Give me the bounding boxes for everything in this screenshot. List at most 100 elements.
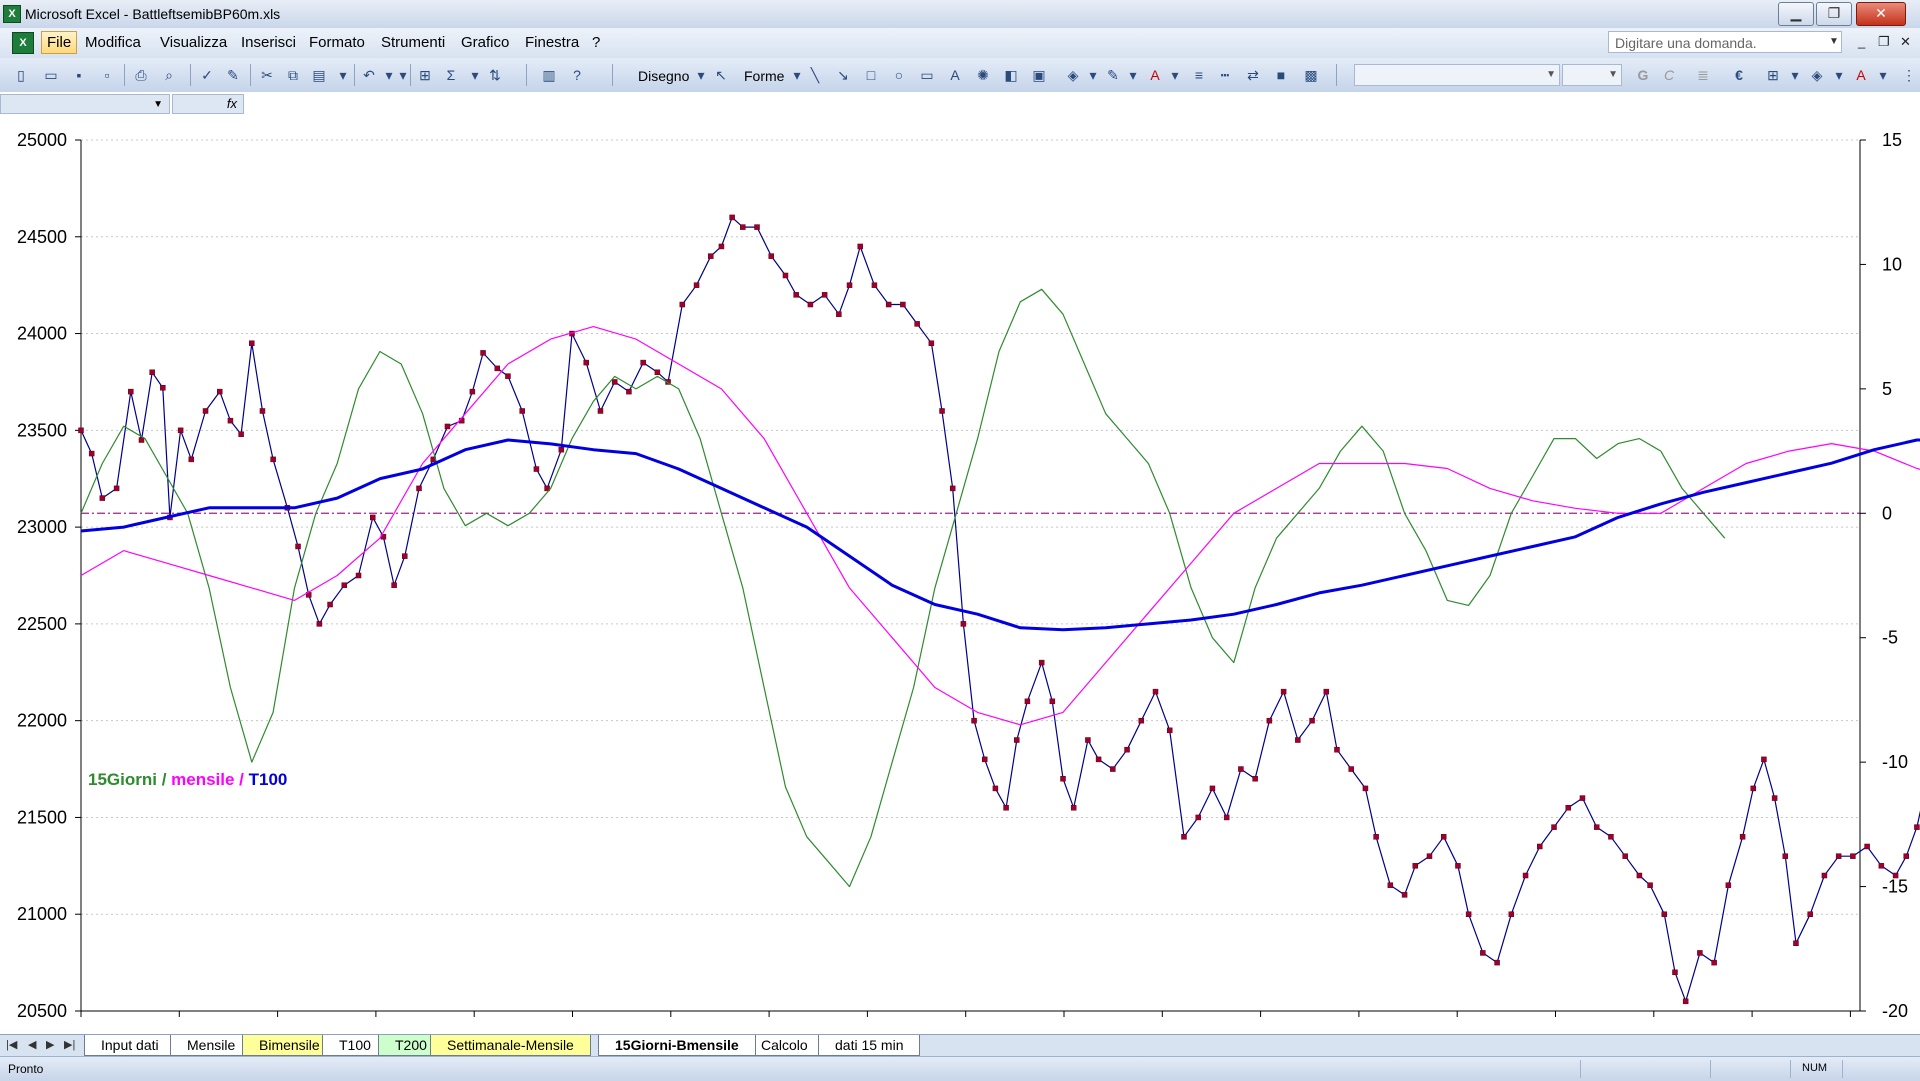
save-icon[interactable]: ▪ [70, 66, 88, 84]
menu-formato[interactable]: Formato [309, 34, 365, 51]
menu-help[interactable]: ? [592, 34, 600, 51]
prev-sheet-button[interactable]: ◀ [28, 1038, 36, 1051]
fill-color-icon[interactable]: ◈ [1064, 66, 1082, 84]
borders-dropdown-icon[interactable]: ▾ [1786, 66, 1804, 84]
font-color-icon[interactable]: A [1146, 66, 1164, 84]
name-box-dropdown-icon[interactable]: ▼ [153, 99, 163, 110]
textbox-tool-icon[interactable]: ▭ [918, 66, 936, 84]
workbook-close-button[interactable]: ✕ [1900, 34, 1911, 50]
hyperlink-icon[interactable]: ⊞ [416, 66, 434, 84]
dash-style-icon[interactable]: ┅ [1216, 66, 1234, 84]
ask-dropdown-icon[interactable]: ▼ [1829, 36, 1839, 47]
minimize-window-button[interactable]: ▁ [1778, 2, 1814, 26]
sheet-tab-dati-15-min[interactable]: dati 15 min [818, 1035, 921, 1056]
picture-icon[interactable]: ▣ [1030, 66, 1048, 84]
workbook-restore-button[interactable]: ❐ [1878, 34, 1890, 50]
menu-finestra[interactable]: Finestra [525, 34, 579, 51]
print-preview-icon[interactable]: ⌕ [160, 66, 178, 84]
excel-app-icon[interactable]: X [3, 5, 21, 23]
fill-dropdown-icon[interactable]: ▾ [1084, 66, 1102, 84]
sheet-tab-input-dati[interactable]: Input dati [84, 1035, 176, 1056]
chart-wizard-icon[interactable]: ▥ [540, 66, 558, 84]
arrow-tool-icon[interactable]: ↘ [834, 66, 852, 84]
menu-file[interactable]: File [41, 31, 78, 54]
ask-question-box[interactable]: Digitare una domanda. [1608, 31, 1842, 53]
sheet-tab-settimanale-mensile[interactable]: Settimanale-Mensile [430, 1035, 591, 1056]
shapes-menu-button[interactable]: Forme [744, 68, 784, 84]
y-left-tick-label: 23500 [17, 420, 67, 440]
text-color-icon[interactable]: A [1852, 66, 1870, 84]
line-style-icon[interactable]: ≡ [1190, 66, 1208, 84]
sort-icon[interactable]: ⇅ [486, 66, 504, 84]
draw-dropdown-icon[interactable]: ▾ [692, 66, 710, 84]
sheet-tab-15giorni-bmensile[interactable]: 15Giorni-Bmensile [598, 1035, 756, 1056]
data-point [1835, 853, 1842, 859]
line-chart[interactable]: 25000 24500 24000 23500 23000 22500 22000 21500… [0, 116, 1920, 1034]
draw-menu-button[interactable]: Disegno [638, 68, 689, 84]
font-color-dropdown-icon[interactable]: ▾ [1166, 66, 1184, 84]
text-color-dropdown-icon[interactable]: ▾ [1874, 66, 1892, 84]
close-window-button[interactable]: ✕ [1856, 2, 1906, 26]
research-icon[interactable]: ✎ [224, 66, 242, 84]
data-point [1085, 737, 1091, 743]
cut-icon[interactable]: ✂ [258, 66, 276, 84]
menu-inserisci[interactable]: Inserisci [241, 34, 296, 51]
clipart-icon[interactable]: ◧ [1002, 66, 1020, 84]
shapes-dropdown-icon[interactable]: ▾ [788, 66, 806, 84]
undo-icon[interactable]: ↶ [360, 66, 378, 84]
data-point [1038, 659, 1045, 666]
font-name-combo[interactable]: ▼ [1354, 64, 1560, 86]
last-sheet-button[interactable]: ▶| [64, 1038, 75, 1051]
select-objects-icon[interactable]: ↖ [712, 66, 730, 84]
fill-bucket-icon[interactable]: ◈ [1808, 66, 1826, 84]
euro-button[interactable]: € [1730, 66, 1748, 84]
autosum-icon[interactable]: Σ [442, 66, 460, 84]
menu-modifica[interactable]: Modifica [85, 34, 141, 51]
chart-sheet[interactable]: 25000 24500 24000 23500 23000 22500 22000 21500… [0, 116, 1920, 1034]
open-folder-icon[interactable]: ▭ [42, 66, 60, 84]
toolbar-options-icon[interactable]: ⋮ [1900, 66, 1918, 84]
bold-button[interactable]: G [1634, 66, 1652, 84]
name-box[interactable]: ▼ [0, 94, 170, 114]
help-icon[interactable]: ? [568, 66, 586, 84]
permission-icon[interactable]: ▫ [98, 66, 116, 84]
paste-dropdown-icon[interactable]: ▾ [334, 66, 352, 84]
line-color-dropdown-icon[interactable]: ▾ [1124, 66, 1142, 84]
autosum-dropdown-icon[interactable]: ▾ [466, 66, 484, 84]
italic-button[interactable]: C [1660, 66, 1678, 84]
workbook-icon[interactable]: X [12, 32, 34, 54]
first-sheet-button[interactable]: |◀ [6, 1038, 17, 1051]
spelling-icon[interactable]: ✓ [198, 66, 216, 84]
wordart-icon[interactable]: A [946, 66, 964, 84]
menu-strumenti[interactable]: Strumenti [381, 34, 445, 51]
align-icon[interactable]: ≣ [1694, 66, 1712, 84]
new-file-icon[interactable]: ▯ [12, 66, 30, 84]
fill-bucket-dropdown-icon[interactable]: ▾ [1830, 66, 1848, 84]
workbook-minimize-button[interactable]: _ [1858, 34, 1865, 49]
restore-window-button[interactable]: ❐ [1816, 2, 1852, 26]
data-point [238, 431, 244, 437]
menu-grafico[interactable]: Grafico [461, 34, 509, 51]
menu-visualizza[interactable]: Visualizza [160, 34, 227, 51]
data-point [1850, 853, 1856, 859]
3d-icon[interactable]: ▩ [1302, 66, 1320, 84]
sheet-tab-calcolo[interactable]: Calcolo [744, 1035, 825, 1056]
line-tool-icon[interactable]: ╲ [806, 66, 824, 84]
insert-function-button[interactable]: fx [172, 94, 244, 114]
arrow-style-icon[interactable]: ⇄ [1244, 66, 1262, 84]
sheet-tab-mensile[interactable]: Mensile [170, 1035, 253, 1056]
next-sheet-button[interactable]: ▶ [46, 1038, 54, 1051]
copy-icon[interactable]: ⧉ [284, 66, 302, 84]
oval-tool-icon[interactable]: ○ [890, 66, 908, 84]
data-point [1647, 882, 1653, 888]
shadow-icon[interactable]: ■ [1272, 66, 1290, 84]
line-color-icon[interactable]: ✎ [1104, 66, 1122, 84]
borders-icon[interactable]: ⊞ [1764, 66, 1782, 84]
data-point [981, 756, 988, 763]
paste-icon[interactable]: ▤ [310, 66, 328, 84]
y-right-tick-label: 10 [1882, 254, 1902, 274]
diagram-icon[interactable]: ✺ [974, 66, 992, 84]
rectangle-tool-icon[interactable]: □ [862, 66, 880, 84]
font-size-combo[interactable]: ▼ [1562, 64, 1622, 86]
print-icon[interactable]: ⎙ [132, 66, 150, 84]
